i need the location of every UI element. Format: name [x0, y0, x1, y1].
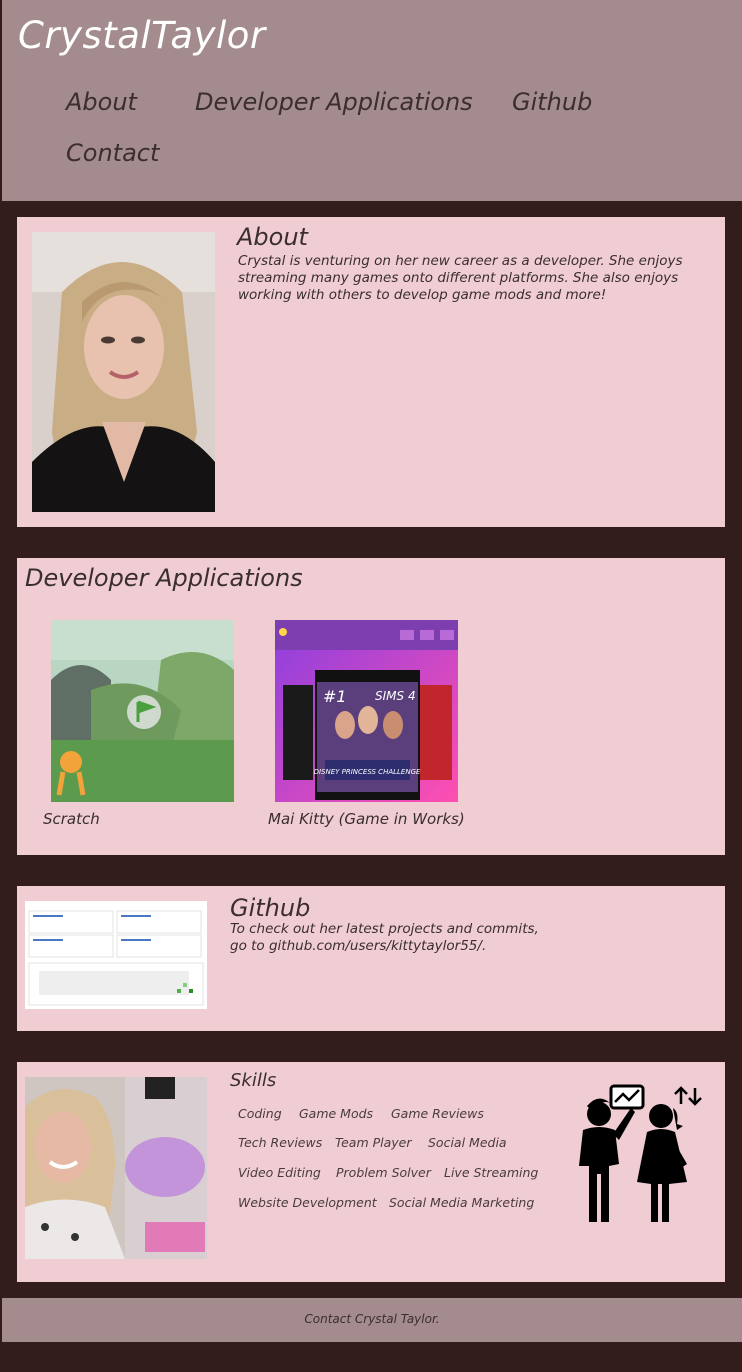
site-footer: Contact Crystal Taylor.: [2, 1298, 742, 1342]
github-section: Github To check out her latest projects …: [17, 886, 725, 1031]
nav-contact[interactable]: Contact: [66, 139, 159, 167]
skill-item: Social Media Marketing: [389, 1195, 535, 1210]
skill-item: Team Player: [335, 1135, 412, 1150]
skill-item: Website Development: [238, 1195, 377, 1210]
profile-photo: [32, 232, 215, 512]
site-header: CrystalTaylor About Developer Applicatio…: [2, 0, 742, 201]
footer-contact-text[interactable]: Contact Crystal Taylor.: [2, 1312, 742, 1326]
skill-item: Tech Reviews: [238, 1135, 323, 1150]
github-text[interactable]: To check out her latest projects and com…: [230, 921, 550, 955]
thumb-title: DISNEY PRINCESS CHALLENGE: [314, 768, 421, 776]
thumb-sims: SIMS 4: [375, 689, 416, 703]
about-title: About: [237, 223, 308, 251]
skill-item: Video Editing: [238, 1165, 321, 1180]
apps-title: Developer Applications: [25, 564, 303, 592]
github-title: Github: [230, 894, 311, 922]
mai-kitty-thumbnail[interactable]: #1 SIMS 4 DISNEY PRINCESS CHALLENGE: [275, 620, 458, 802]
thumb-badge: #1: [323, 687, 347, 706]
about-section: About Crystal is venturing on her new ca…: [17, 217, 725, 527]
nav-about[interactable]: About: [66, 88, 137, 116]
scratch-thumbnail[interactable]: [51, 620, 234, 802]
skill-item: Coding: [238, 1106, 282, 1121]
teamwork-icon: [569, 1084, 711, 1224]
skill-item: Game Mods: [299, 1106, 374, 1121]
skill-item: Game Reviews: [391, 1106, 484, 1121]
about-text: Crystal is venturing on her new career a…: [238, 253, 683, 303]
skills-title: Skills: [230, 1070, 277, 1091]
nav-github[interactable]: Github: [512, 88, 592, 116]
mai-kitty-caption: Mai Kitty (Game in Works): [268, 810, 465, 828]
skill-item: Live Streaming: [444, 1165, 539, 1180]
developer-applications-section: Developer Applications Scratch #1 SIMS 4…: [17, 558, 725, 855]
brand-name[interactable]: CrystalTaylor: [18, 14, 266, 57]
github-screenshot[interactable]: [25, 901, 207, 1009]
skills-section: Skills Coding Game Mods Game Reviews Tec…: [17, 1062, 725, 1282]
scratch-caption: Scratch: [43, 810, 100, 828]
skill-item: Social Media: [428, 1135, 507, 1150]
streaming-photo: [25, 1077, 207, 1259]
nav-developer-applications[interactable]: Developer Applications: [195, 88, 473, 116]
skill-item: Problem Solver: [336, 1165, 431, 1180]
